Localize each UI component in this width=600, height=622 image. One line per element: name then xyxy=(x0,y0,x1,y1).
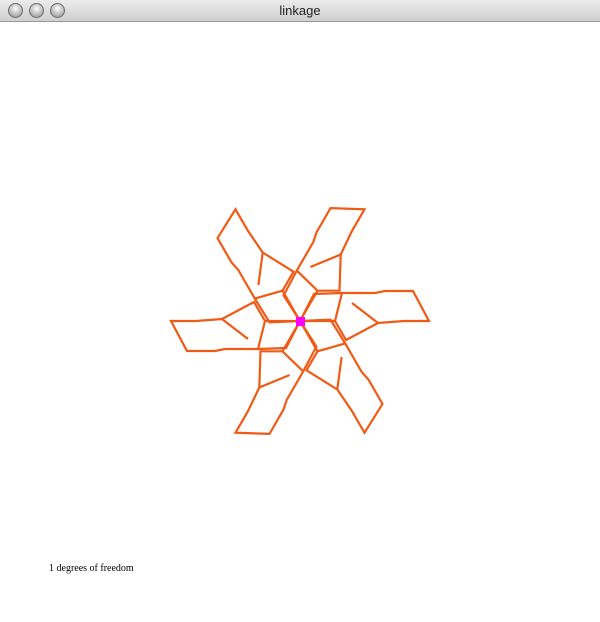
degrees-of-freedom-label: 1 degrees of freedom xyxy=(49,563,134,574)
linkage-canvas[interactable] xyxy=(0,22,600,622)
fixed-pivot-handle[interactable] xyxy=(296,317,305,326)
linkage-arm xyxy=(169,317,300,353)
app-window: linkage 1 degrees of freedom xyxy=(0,0,600,622)
window-title: linkage xyxy=(279,3,321,18)
linkage-arm xyxy=(300,289,431,325)
title-bar[interactable]: linkage xyxy=(0,0,600,22)
